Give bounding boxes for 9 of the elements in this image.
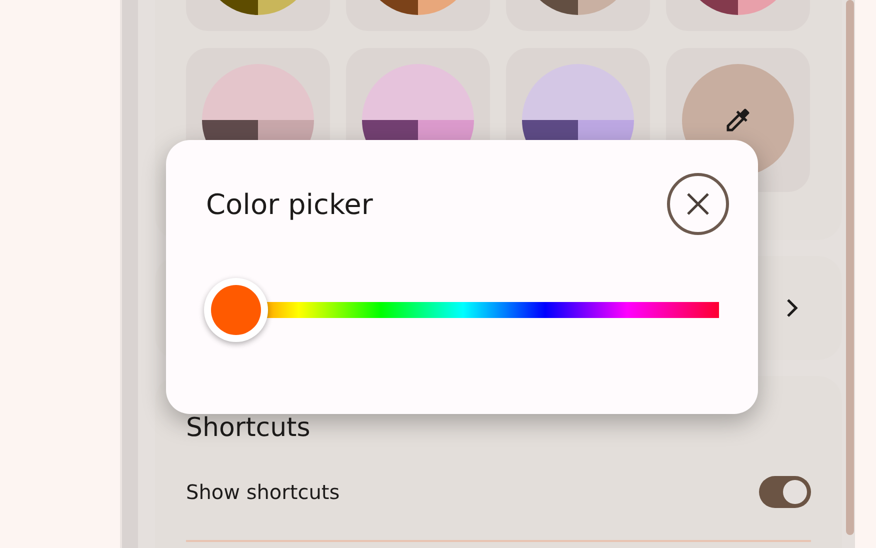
scrollbar[interactable]: [846, 0, 854, 535]
setting-label: Show shortcuts: [186, 480, 340, 504]
close-icon: [685, 191, 711, 217]
dialog-title: Color picker: [206, 188, 373, 220]
chevron-right-icon: [786, 298, 798, 318]
toggle-switch[interactable]: [759, 476, 811, 508]
close-button[interactable]: [667, 173, 729, 235]
section-title: Shortcuts: [186, 412, 312, 445]
slider-thumb[interactable]: [204, 278, 268, 342]
